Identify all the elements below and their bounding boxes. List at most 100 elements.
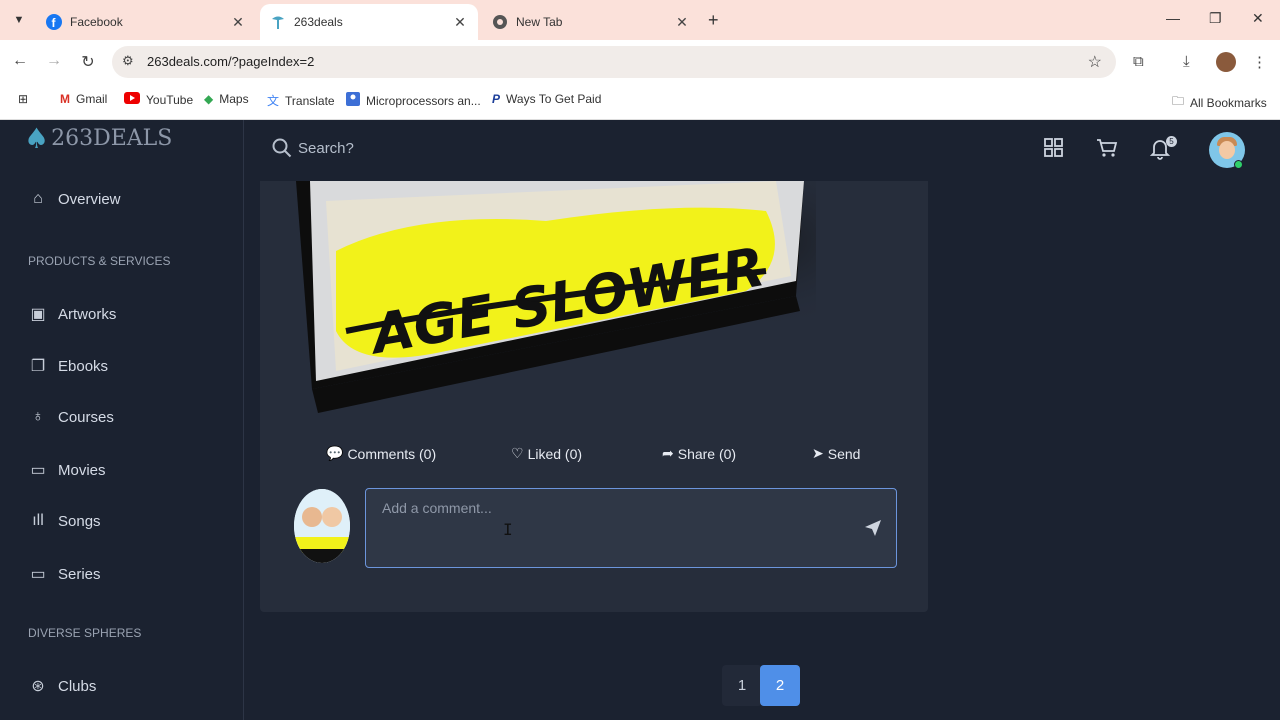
share-arrow-icon: ➦ [662,445,674,461]
top-bar: Search? [244,120,1280,180]
bookmark-maps[interactable]: ◆ Maps [204,92,249,106]
bookmark-ways-to-get-paid[interactable]: P Ways To Get Paid [492,92,601,106]
share-button[interactable]: ➦ Share (0) [662,445,736,462]
like-button[interactable]: ♡ Liked (0) [511,445,582,462]
comments-button[interactable]: 💬 Comments (0) [326,445,436,462]
tab-facebook[interactable]: f Facebook ✕ [36,4,256,40]
browser-chrome: ▼ f Facebook ✕ 263deals ✕ New Tab ✕ + — … [0,0,1280,120]
sidebar-item-label: Ebooks [58,357,109,375]
bookmark-label: Ways To Get Paid [506,92,602,106]
page-button-1[interactable]: 1 [722,665,762,706]
text-cursor-icon: I [503,520,513,539]
cart-icon[interactable] [1096,138,1118,163]
waveform-icon: ıll [32,512,44,529]
reload-icon[interactable]: ↻ [78,52,98,72]
page-button-2[interactable]: 2 [760,665,800,706]
grid-apps-icon[interactable] [1044,138,1064,163]
bookmark-youtube[interactable]: YouTube [124,92,193,107]
award-icon: ♁ [32,408,44,425]
comment-input[interactable] [366,489,896,567]
menu-icon[interactable]: ⋮ [1252,53,1267,71]
translate-icon: 文 [267,94,280,108]
image-icon: ▣ [30,306,46,323]
gmail-icon: M [60,92,70,106]
new-tab-button[interactable]: + [708,10,719,31]
folder-icon: 🗀 [1172,94,1185,108]
comment-box[interactable] [365,488,897,568]
search-icon [272,138,292,158]
bookmark-star-icon[interactable]: ☆ [1088,52,1102,72]
chrome-icon [492,14,508,30]
globe-icon: ⊛ [31,678,45,695]
address-bar[interactable]: ⚙ 263deals.com/?pageIndex=2 ☆ [112,46,1116,78]
youtube-icon [124,92,140,107]
tab-title: Facebook [70,15,123,29]
send-button[interactable]: ➤ Send [812,445,860,462]
sidebar-item-label: Clubs [58,677,97,695]
apps-icon[interactable]: ⊞ [18,92,28,106]
browser-toolbar: ← → ↻ ⚙ 263deals.com/?pageIndex=2 ☆ ⧉ ⤓ … [0,40,1280,84]
site-settings-icon[interactable]: ⚙ [122,53,134,69]
section-heading: PRODUCTS & SERVICES [28,254,171,268]
notification-badge: 5 [1166,136,1177,147]
facebook-icon: f [46,14,62,30]
section-heading: DIVERSE SPHERES [28,626,142,640]
bookmarks-bar: ⊞ M Gmail YouTube ◆ Maps 文 Translate Mic… [0,84,1280,120]
close-icon[interactable]: ✕ [230,14,246,31]
download-icon[interactable]: ⤓ [1183,53,1190,70]
all-bookmarks-label: All Bookmarks [1190,95,1267,110]
tv-icon: ▭ [30,566,46,583]
extensions-icon[interactable]: ⧉ [1133,53,1144,70]
book-icon: ❐ [30,358,46,375]
tab-strip: ▼ f Facebook ✕ 263deals ✕ New Tab ✕ + — … [0,0,1280,40]
search-placeholder: Search? [298,139,354,157]
tab-263deals[interactable]: 263deals ✕ [260,4,478,40]
doc-icon [346,92,360,109]
profile-avatar[interactable] [1216,52,1236,72]
bookmark-label: Microprocessors an... [366,93,481,108]
paper-plane-icon: ➤ [812,445,824,461]
bookmark-gmail[interactable]: M Gmail [60,92,107,106]
tab-title: 263deals [294,15,343,29]
bookmark-label: Maps [219,92,249,106]
all-bookmarks[interactable]: 🗀 All Bookmarks [1172,92,1267,113]
sidebar-item-songs[interactable]: ıll Songs [28,512,100,530]
sidebar-item-label: Movies [58,461,106,479]
send-label: Send [827,445,861,462]
sidebar-item-label: Overview [58,190,121,208]
close-icon[interactable]: ✕ [674,14,690,31]
search-box[interactable]: Search? [272,138,354,158]
sidebar-item-series[interactable]: ▭ Series [28,564,100,584]
url-text[interactable]: 263deals.com/?pageIndex=2 [147,54,314,69]
tab-search-dropdown[interactable]: ▼ [8,9,30,31]
sidebar-item-artworks[interactable]: ▣ Artworks [28,304,116,324]
sidebar-item-ebooks[interactable]: ❐ Ebooks [28,356,108,376]
sidebar-item-movies[interactable]: ▭ Movies [28,460,106,480]
bookmark-microprocessors[interactable]: Microprocessors an... [346,92,481,109]
sidebar-item-overview[interactable]: ⌂ Overview [28,190,121,208]
maps-icon: ◆ [204,92,214,106]
sidebar-item-clubs[interactable]: ⊛ Clubs [28,676,96,696]
minimize-icon[interactable]: — [1166,10,1180,26]
close-icon[interactable]: ✕ [452,14,468,31]
restore-icon[interactable]: ❐ [1209,10,1222,27]
sidebar-item-courses[interactable]: ♁ Courses [28,408,114,426]
bookmark-translate[interactable]: 文 Translate [267,92,335,109]
share-label: Share (0) [677,445,737,462]
bookmark-label: Translate [285,93,335,108]
forward-icon[interactable]: → [44,52,64,70]
send-comment-icon[interactable] [864,519,882,542]
liked-label: Liked (0) [527,445,583,462]
back-icon[interactable]: ← [10,52,30,70]
comments-label: Comments (0) [347,445,437,462]
heart-icon: ♡ [511,445,524,461]
site-logo[interactable]: ♠ 263DEALS [24,122,172,155]
tab-new-tab[interactable]: New Tab ✕ [482,4,700,40]
video-camera-icon: ▭ [30,462,46,479]
product-image[interactable]: AGE SLOWER [296,181,816,413]
commenter-avatar [294,489,350,563]
window-close-icon[interactable]: ✕ [1252,10,1264,27]
online-status-dot [1234,160,1243,169]
home-icon: ⌂ [33,190,43,207]
bookmark-label: Gmail [76,92,108,106]
